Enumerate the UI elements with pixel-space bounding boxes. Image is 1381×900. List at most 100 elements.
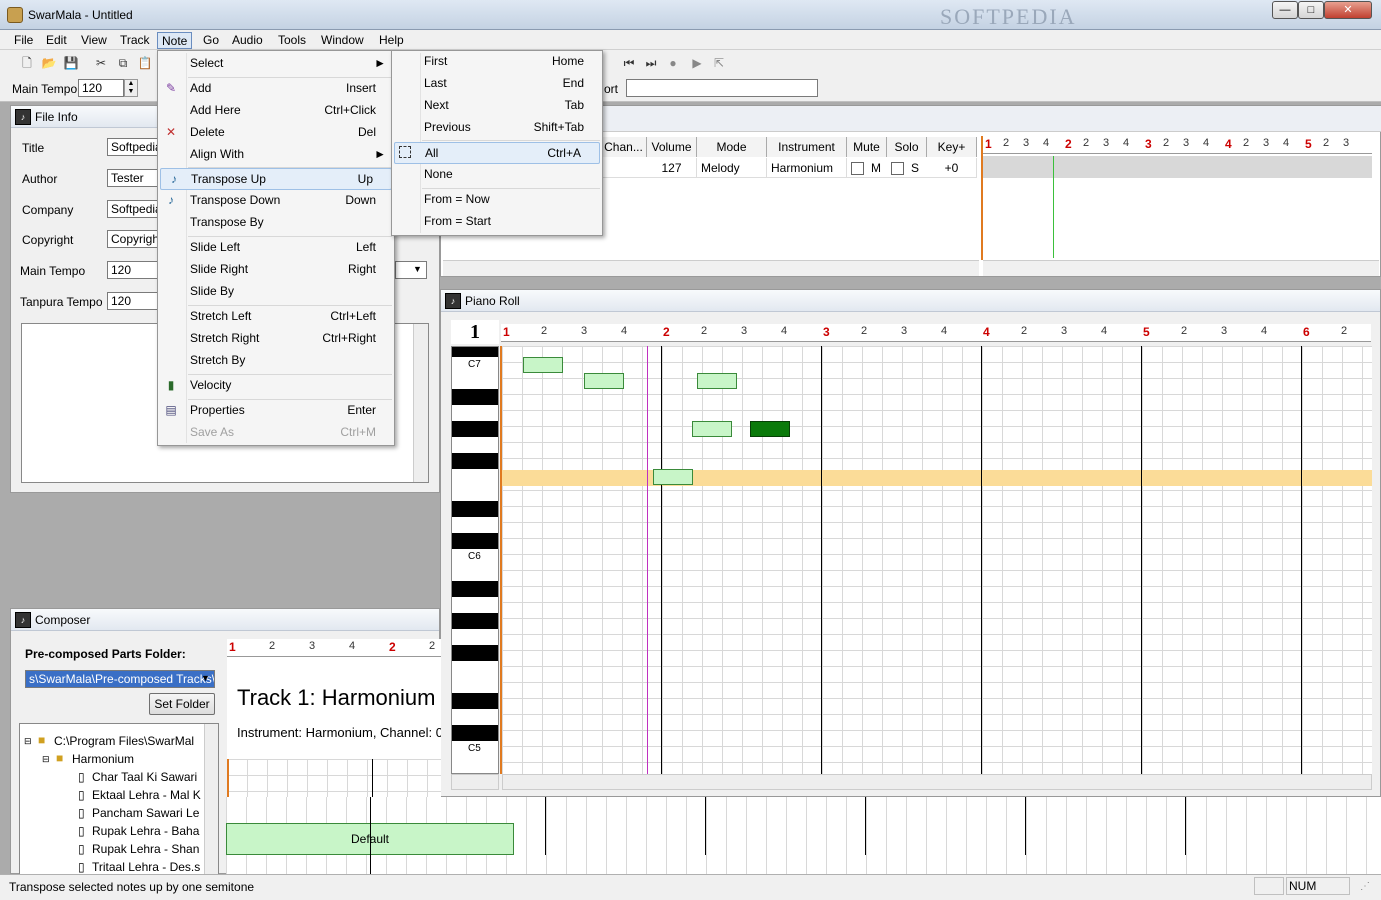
new-file-icon[interactable]: 🗋 [18,54,36,72]
menu-item-stretch-by[interactable]: Stretch By [158,350,394,372]
menu-item-stretch-right[interactable]: Stretch Right Ctrl+Right [158,328,394,350]
tree-item[interactable]: Rupak Lehra - Shan [92,842,199,856]
notes-scrollbar[interactable] [413,324,428,482]
piano-keyboard[interactable]: C7 C6 C5 [451,346,499,774]
save-icon[interactable]: 💾 [62,54,80,72]
skip-forward-icon[interactable]: ⏭ [642,54,660,72]
menu-item-add[interactable]: ✎ Add Insert [158,78,394,100]
note-block[interactable] [523,357,563,373]
col-key[interactable]: Key+ [927,137,977,157]
tree-item[interactable]: Tritaal Lehra - Des.s [92,860,200,874]
selected-note-block[interactable] [750,421,790,437]
volume-cell[interactable]: 127 [647,158,697,178]
col-instrument[interactable]: Instrument [767,137,847,157]
menu-item-transpose-down[interactable]: ♪ Transpose Down Down [158,190,394,212]
tree-item[interactable]: Ektaal Lehra - Mal K [92,788,201,802]
collapse-icon[interactable]: ⊟ [42,754,50,765]
submenu-item-all[interactable]: All Ctrl+A [394,142,600,164]
instrument-cell[interactable]: Harmonium [767,158,847,178]
tracks-hscrollbar[interactable] [443,260,979,276]
menu-note[interactable]: Note [157,32,193,49]
col-mode[interactable]: Mode [697,137,767,157]
col-mute[interactable]: Mute [847,137,887,157]
menu-view[interactable]: View [77,32,111,49]
note-block[interactable] [692,421,732,437]
solo-checkbox[interactable] [891,162,904,175]
submenu-item-next[interactable]: Next Tab [392,95,602,117]
menu-item-add-here[interactable]: Add Here Ctrl+Click [158,100,394,122]
note-block[interactable] [584,373,624,389]
maximize-button[interactable]: □ [1298,1,1324,19]
skip-back-icon[interactable]: ⏮ [620,54,638,72]
note-block[interactable] [653,469,693,485]
menu-edit[interactable]: Edit [42,32,71,49]
playhead [1053,156,1054,258]
tree-item[interactable]: Char Taal Ki Sawari [92,770,197,784]
submenu-item-previous[interactable]: Previous Shift+Tab [392,117,602,139]
col-channel[interactable]: Chan... [601,137,647,157]
menu-tools[interactable]: Tools [274,32,310,49]
play-icon[interactable]: ▶ [688,54,706,72]
tree-item-root[interactable]: C:\Program Files\SwarMal [54,734,194,748]
set-folder-button[interactable]: Set Folder [149,693,215,715]
col-solo[interactable]: Solo [887,137,927,157]
open-folder-icon[interactable]: 📂 [40,54,58,72]
resize-grip-icon[interactable]: ⋰ [1360,881,1370,892]
export-icon[interactable]: ⇱ [710,54,728,72]
paste-icon[interactable]: 📋 [136,54,154,72]
menu-item-align-with[interactable]: Align With ► [158,144,394,166]
menu-audio[interactable]: Audio [228,32,267,49]
menu-item-slide-left[interactable]: Slide Left Left [158,237,394,259]
key-cell[interactable]: +0 [927,158,977,178]
lane-hscrollbar[interactable] [983,260,1379,276]
tempo-spinner[interactable]: ▲ ▼ [124,79,138,97]
menu-item-select[interactable]: Select ► [158,53,394,75]
menu-item-transpose-by[interactable]: Transpose By [158,212,394,234]
folder-select[interactable]: s\SwarMala\Pre-composed Tracks\ [25,670,215,688]
menu-item-stretch-left[interactable]: Stretch Left Ctrl+Left [158,306,394,328]
menu-window[interactable]: Window [317,32,368,49]
grid-hscrollbar[interactable] [502,774,1372,790]
copy-icon[interactable]: ⧉ [114,54,132,72]
mode-cell[interactable]: Melody [697,158,767,178]
tempo-dropdown[interactable] [395,261,427,279]
keyboard-hscrollbar[interactable] [451,774,499,790]
menu-item-slide-right[interactable]: Slide Right Right [158,259,394,281]
composer-timeline[interactable]: Default [226,797,1381,874]
menu-help[interactable]: Help [375,32,408,49]
col-volume[interactable]: Volume [647,137,697,157]
composer-icon: ♪ [15,612,31,628]
menu-item-slide-by[interactable]: Slide By [158,281,394,303]
collapse-icon[interactable]: ⊟ [24,736,32,747]
port-select[interactable] [626,79,818,97]
menu-item-delete[interactable]: ✕ Delete Del [158,122,394,144]
submenu-item-last[interactable]: Last End [392,73,602,95]
track-lane[interactable] [983,156,1372,178]
submenu-item-first[interactable]: First Home [392,51,602,73]
menu-item-properties[interactable]: ▤ Properties Enter [158,400,394,422]
menu-file[interactable]: File [10,32,37,49]
note-grid[interactable] [502,346,1372,774]
record-icon[interactable]: ● [664,54,682,72]
main-tempo-input[interactable]: 120 [78,79,124,97]
tree-item[interactable]: Pancham Sawari Le [92,806,199,820]
file-icon: ▯ [78,788,85,802]
status-caps-pane [1254,877,1284,895]
tree-item[interactable]: Rupak Lehra - Baha [92,824,199,838]
menu-item-transpose-up[interactable]: ♪ Transpose Up Up [160,168,392,190]
minimize-button[interactable]: — [1272,1,1298,19]
cut-icon[interactable]: ✂ [92,54,110,72]
menu-item-velocity[interactable]: ▮ Velocity [158,375,394,397]
submenu-item-from-now[interactable]: From = Now [392,189,602,211]
mute-checkbox[interactable] [851,162,864,175]
table-row[interactable]: 127 Melody Harmonium M S +0 [601,158,977,178]
parts-tree[interactable]: ⊟ ■ C:\Program Files\SwarMal ⊟ ■ Harmoni… [19,723,219,875]
close-button[interactable]: ✕ [1324,1,1372,19]
submenu-item-from-start[interactable]: From = Start [392,211,602,233]
menu-track[interactable]: Track [116,32,154,49]
tree-scrollbar[interactable] [204,724,218,874]
submenu-item-none[interactable]: None [392,164,602,186]
tree-item-harmonium[interactable]: Harmonium [72,752,134,766]
note-block[interactable] [697,373,737,389]
menu-go[interactable]: Go [199,32,223,49]
